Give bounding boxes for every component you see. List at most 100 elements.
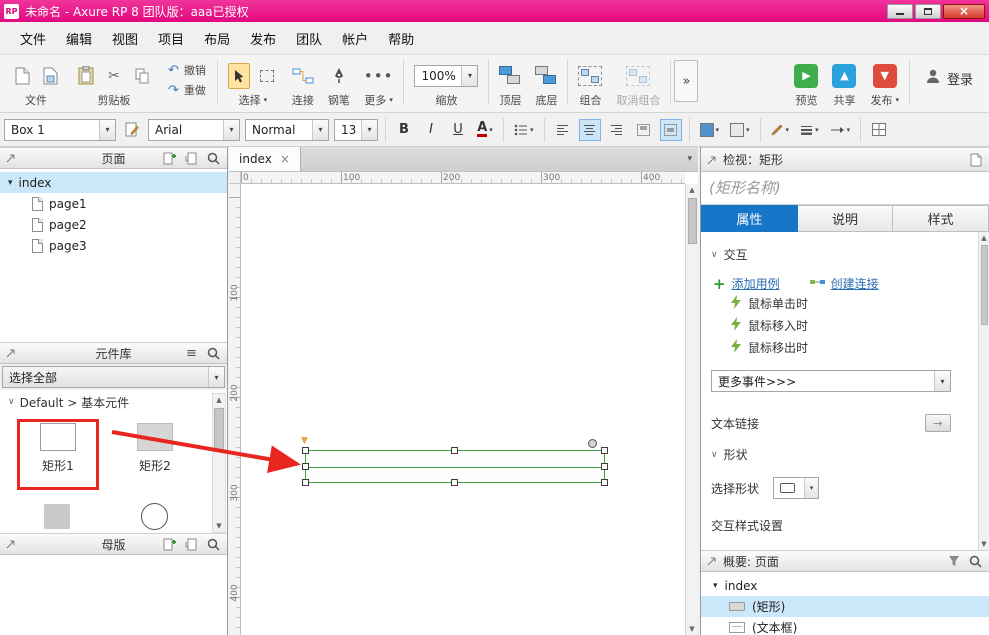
valign-top-button[interactable] <box>633 119 655 141</box>
tab-properties[interactable]: 属性 <box>701 205 798 232</box>
search-icon[interactable] <box>206 346 221 361</box>
cut-icon[interactable]: ✂ <box>103 63 125 89</box>
italic-button[interactable]: I <box>420 119 442 141</box>
resize-handle[interactable] <box>302 479 309 486</box>
resize-handle[interactable] <box>302 447 309 454</box>
resize-handle[interactable] <box>451 447 458 454</box>
scroll-up-icon[interactable]: ▲ <box>981 232 986 244</box>
widget-library-section[interactable]: ∨ Default > 基本元件 <box>0 393 227 411</box>
align-left-button[interactable] <box>552 119 574 141</box>
event-mouse-click[interactable]: 鼠标单击时 <box>731 292 978 314</box>
filter-icon[interactable] <box>946 554 961 569</box>
share-icon[interactable]: ▲ <box>832 63 857 88</box>
widget-style-dropdown[interactable]: Box 1 ▾ <box>4 118 116 141</box>
widget-name-input[interactable] <box>701 172 989 205</box>
zoom-dropdown[interactable]: 100% ▾ <box>414 64 479 87</box>
scroll-up-icon[interactable]: ▲ <box>689 184 694 196</box>
bold-button[interactable]: B <box>393 119 415 141</box>
create-link-link[interactable]: 创建连接 <box>831 275 879 292</box>
preview-icon[interactable]: ▶ <box>794 63 819 88</box>
add-page-icon[interactable] <box>162 151 177 166</box>
shape-rotate-handle[interactable] <box>588 439 597 448</box>
scroll-up-icon[interactable]: ▲ <box>216 394 221 406</box>
tab-notes[interactable]: 说明 <box>797 205 894 232</box>
publish-icon[interactable]: ▼ <box>872 63 897 88</box>
select-group-label[interactable]: 选择 ▾ <box>239 92 268 108</box>
expand-triangle-icon[interactable]: ▾ <box>8 178 13 188</box>
pen-tool-icon[interactable] <box>328 63 350 89</box>
menu-file[interactable]: 文件 <box>10 24 56 53</box>
page-tree-item-page2[interactable]: page2 <box>0 214 227 235</box>
undo-button[interactable]: ↶ 撤销 <box>168 62 206 78</box>
widget-rect2-label[interactable]: 矩形2 <box>115 457 195 474</box>
line-weight-button[interactable]: ▾ <box>797 119 822 141</box>
panel-pin-icon[interactable] <box>6 539 16 549</box>
outline-item-textbox[interactable]: (文本框) <box>701 617 989 635</box>
more-events-dropdown[interactable]: 更多事件>>> ▾ <box>711 370 951 392</box>
arrow-style-button[interactable]: ▾ <box>827 119 854 141</box>
menu-team[interactable]: 团队 <box>286 24 332 53</box>
menu-publish[interactable]: 发布 <box>240 24 286 53</box>
widget-rect1-label[interactable]: 矩形1 <box>18 457 98 474</box>
select-shape-dropdown[interactable]: ▾ <box>773 477 820 499</box>
resize-handle[interactable] <box>302 462 309 470</box>
menu-account[interactable]: 帐户 <box>332 24 378 53</box>
group-icon[interactable] <box>578 63 603 89</box>
outline-item-index[interactable]: ▾ index <box>701 575 989 596</box>
search-icon[interactable] <box>968 554 983 569</box>
text-link-button[interactable]: → <box>925 414 951 432</box>
notes-page-icon[interactable] <box>968 152 983 167</box>
panel-pin-icon[interactable] <box>707 155 717 165</box>
panel-pin-icon[interactable] <box>6 348 16 358</box>
tab-style[interactable]: 样式 <box>893 205 989 232</box>
add-child-page-icon[interactable] <box>184 151 199 166</box>
scroll-down-icon[interactable]: ▼ <box>689 623 694 635</box>
maximize-button[interactable] <box>915 3 941 19</box>
fill-color-button[interactable]: ▾ <box>697 119 723 141</box>
canvas-tab-index[interactable]: index × <box>229 147 301 171</box>
widget-filter-dropdown[interactable]: 选择全部 ▾ <box>2 366 225 388</box>
shape-section-header[interactable]: ∨ 形状 <box>711 446 978 463</box>
menu-edit[interactable]: 编辑 <box>56 24 102 53</box>
tab-close-icon[interactable]: × <box>280 152 290 166</box>
bullet-list-button[interactable]: ▾ <box>511 119 537 141</box>
more-tools-icon[interactable]: ••• <box>364 63 394 89</box>
connect-tool-icon[interactable] <box>292 63 314 89</box>
widget-rect1-icon[interactable] <box>40 423 76 451</box>
send-to-back-icon[interactable] <box>535 63 557 89</box>
page-tree-item-page1[interactable]: page1 <box>0 193 227 214</box>
valign-middle-button[interactable] <box>659 118 682 141</box>
panel-pin-icon[interactable] <box>707 556 717 566</box>
copy-icon[interactable] <box>131 63 153 89</box>
interaction-style-link[interactable]: 交互样式设置 <box>711 517 978 534</box>
menu-help[interactable]: 帮助 <box>378 24 424 53</box>
menu-project[interactable]: 项目 <box>148 24 194 53</box>
expand-triangle-icon[interactable]: ▾ <box>713 581 718 591</box>
canvas-body[interactable]: ▼ <box>241 184 685 635</box>
publish-label[interactable]: 发布 ▾ <box>870 92 899 108</box>
table-grid-button[interactable] <box>868 119 890 141</box>
align-right-button[interactable] <box>606 119 628 141</box>
minimize-button[interactable] <box>887 3 913 19</box>
menu-arrange[interactable]: 布局 <box>194 24 240 53</box>
widget-placeholder-icon[interactable] <box>44 504 70 529</box>
select-tool-icon[interactable] <box>227 62 250 89</box>
menu-view[interactable]: 视图 <box>102 24 148 53</box>
widget-rect2-icon[interactable] <box>137 423 173 451</box>
marquee-tool-icon[interactable] <box>256 63 278 89</box>
align-center-button[interactable] <box>578 118 601 141</box>
toolbar-overflow-button[interactable]: » <box>674 60 699 102</box>
canvas-rectangle-widget[interactable] <box>302 447 608 486</box>
inspector-scrollbar[interactable]: ▲ ▼ <box>978 232 989 550</box>
resize-handle[interactable] <box>451 479 458 486</box>
paste-icon[interactable] <box>75 63 97 89</box>
font-size-dropdown[interactable]: 13 ▾ <box>334 118 378 141</box>
resize-handle[interactable] <box>601 462 608 470</box>
scroll-thumb[interactable] <box>214 408 224 452</box>
search-icon[interactable] <box>206 537 221 552</box>
page-tree-item-index[interactable]: ▾ index <box>0 172 227 193</box>
background-color-button[interactable]: ▾ <box>727 119 753 141</box>
edit-style-icon[interactable] <box>121 119 143 141</box>
font-color-button[interactable]: A ▾ <box>474 119 496 141</box>
menu-icon[interactable]: ≡ <box>184 346 199 361</box>
